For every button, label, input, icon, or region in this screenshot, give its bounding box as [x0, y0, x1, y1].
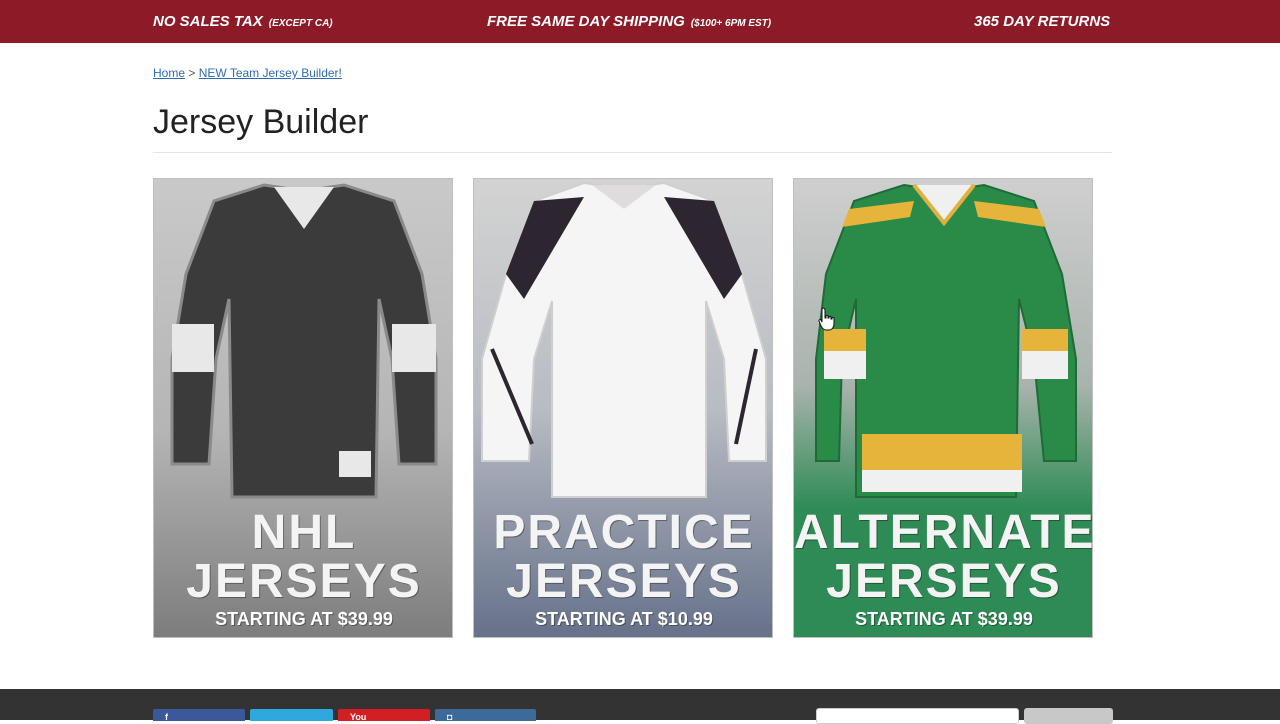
page-title: Jersey Builder — [153, 103, 369, 141]
nhl-jersey-image — [170, 183, 438, 499]
card-price: STARTING AT $39.99 — [855, 609, 1033, 629]
promo-shipping-label: FREE SAME DAY SHIPPING — [487, 13, 685, 30]
promo-no-sales-tax: NO SALES TAX (EXCEPT CA) — [153, 13, 333, 30]
card-title-line2: JERSEYS — [186, 555, 422, 608]
breadcrumb: Home > NEW Team Jersey Builder! — [153, 66, 342, 80]
promo-tax-note: (EXCEPT CA) — [268, 18, 333, 29]
alternate-jerseys-card[interactable]: ALTERNATE JERSEYS STARTING AT $39.99 — [793, 178, 1093, 638]
promo-tax-label: NO SALES TAX — [153, 13, 263, 30]
card-title-line1: ALTERNATE — [794, 506, 1093, 559]
practice-jerseys-card[interactable]: PRACTICE JERSEYS STARTING AT $10.99 — [473, 178, 773, 638]
facebook-button[interactable]: f — [153, 709, 245, 722]
promo-returns-label: 365 DAY RETURNS — [974, 13, 1111, 30]
promo-shipping-note: ($100+ 6PM EST) — [690, 18, 772, 29]
newsletter-submit-button[interactable] — [1024, 708, 1113, 724]
breadcrumb-separator: > — [188, 66, 196, 80]
youtube-label: You — [350, 712, 367, 722]
instagram-button[interactable]: ◘ — [435, 709, 536, 722]
card-price: STARTING AT $10.99 — [535, 609, 713, 629]
hand-cursor-icon — [818, 307, 835, 331]
card-price: STARTING AT $39.99 — [215, 609, 393, 629]
practice-jersey-image — [481, 181, 767, 498]
promo-bar: NO SALES TAX (EXCEPT CA) FREE SAME DAY SH… — [0, 0, 1280, 43]
newsletter-email-input[interactable] — [816, 708, 1019, 724]
instagram-icon: ◘ — [447, 712, 453, 722]
twitter-button[interactable] — [250, 709, 333, 721]
card-title-line1: NHL — [251, 506, 357, 559]
breadcrumb-current-link[interactable]: NEW Team Jersey Builder! — [199, 66, 342, 80]
nhl-jerseys-card[interactable]: NHL JERSEYS STARTING AT $39.99 — [153, 178, 453, 638]
card-title-line1: PRACTICE — [493, 506, 755, 559]
alternate-jersey-image — [815, 183, 1077, 498]
title-divider — [153, 152, 1112, 153]
facebook-icon: f — [165, 712, 168, 722]
card-title-line2: JERSEYS — [506, 555, 742, 608]
promo-returns: 365 DAY RETURNS — [974, 13, 1110, 30]
card-title-line2: JERSEYS — [826, 555, 1062, 608]
promo-free-shipping: FREE SAME DAY SHIPPING ($100+ 6PM EST) — [487, 13, 771, 30]
youtube-button[interactable]: You — [338, 709, 430, 722]
breadcrumb-home-link[interactable]: Home — [153, 66, 185, 80]
